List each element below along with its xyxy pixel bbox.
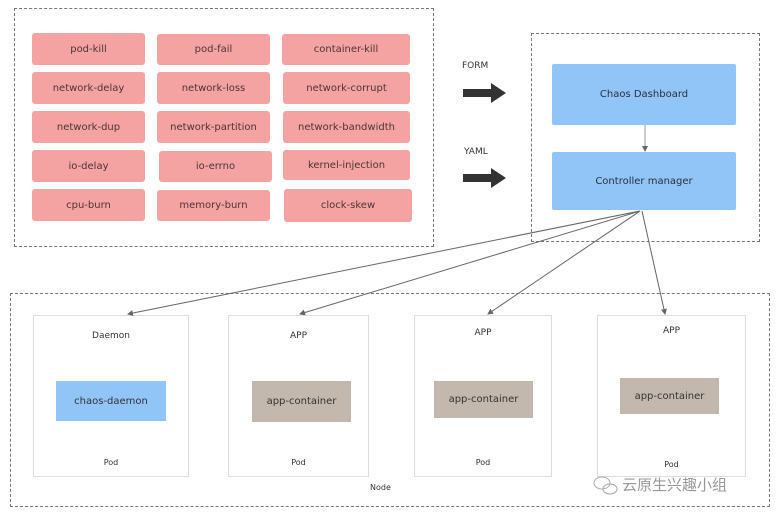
yaml-arrow [463, 168, 506, 188]
controller-to-app1-arrow [299, 210, 641, 316]
watermark: 云原生兴趣小组 [622, 476, 728, 494]
controller-to-app3-arrow [641, 210, 667, 315]
form-arrow [463, 83, 506, 103]
connectors [127, 83, 667, 495]
diagram: pod-kill pod-fail container-kill network… [0, 0, 778, 518]
wechat-logo-icon [593, 476, 618, 495]
